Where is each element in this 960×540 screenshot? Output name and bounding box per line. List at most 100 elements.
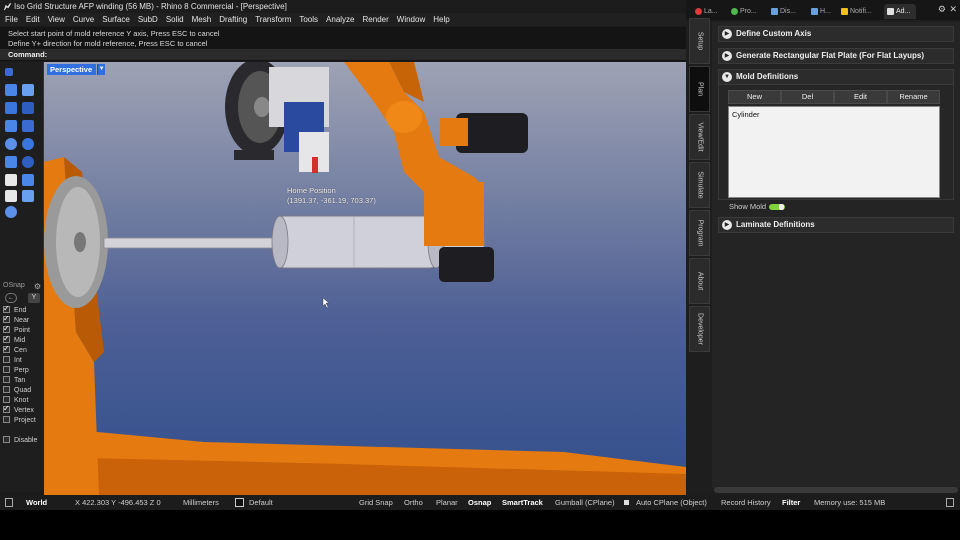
sphere-tool-icon[interactable] xyxy=(22,138,34,150)
checkbox[interactable] xyxy=(3,395,10,403)
toggle-switch[interactable] xyxy=(769,204,786,211)
extrude-tool-icon[interactable] xyxy=(5,120,17,132)
panel-tab-properties[interactable]: Pro... xyxy=(728,4,762,19)
menu-transform[interactable]: Transform xyxy=(251,13,295,26)
checkbox[interactable] xyxy=(3,344,10,354)
delete-mold-button[interactable]: Del xyxy=(781,90,834,104)
layout-tool-icon[interactable] xyxy=(22,190,34,202)
curve-tool-icon[interactable] xyxy=(5,84,17,96)
osnap-item-project[interactable]: Project xyxy=(0,415,44,426)
checkbox[interactable] xyxy=(3,435,10,443)
gear-icon[interactable]: ⚙ xyxy=(938,4,946,15)
menu-solid[interactable]: Solid xyxy=(162,13,188,26)
osnap-item-tan[interactable]: Tan xyxy=(0,375,44,386)
menu-edit[interactable]: Edit xyxy=(22,13,44,26)
section-flat-plate[interactable]: ▶ Generate Rectangular Flat Plate (For F… xyxy=(718,48,954,64)
expand-icon[interactable]: ▶ xyxy=(722,29,732,39)
side-tab-developer[interactable]: Developer xyxy=(689,306,710,352)
polyline-tool-icon[interactable] xyxy=(22,84,34,96)
menu-drafting[interactable]: Drafting xyxy=(215,13,251,26)
section-laminate-definitions[interactable]: ▶ Laminate Definitions xyxy=(718,217,954,233)
panel-toggle-icon[interactable] xyxy=(5,498,13,507)
section-mold-definitions[interactable]: ▼ Mold Definitions xyxy=(718,69,954,85)
osnap-item-perp[interactable]: Perp xyxy=(0,365,44,376)
menu-curve[interactable]: Curve xyxy=(69,13,98,26)
ortho-toggle[interactable]: Ortho xyxy=(404,495,423,510)
cube-tool-icon[interactable] xyxy=(22,102,34,114)
record-history-toggle[interactable]: Record History xyxy=(721,495,771,510)
checkbox[interactable] xyxy=(3,334,10,344)
side-tab-about[interactable]: About xyxy=(689,258,710,304)
side-tab-program[interactable]: Program xyxy=(689,210,710,256)
perspective-viewport[interactable]: Perspective ▼ Home Position (1391.37, -3… xyxy=(44,62,686,495)
close-icon[interactable]: ✕ xyxy=(949,4,957,15)
panel-tab-layers[interactable]: La... xyxy=(692,4,724,19)
expand-icon[interactable]: ▶ xyxy=(722,51,732,61)
side-tab-plan[interactable]: Plan xyxy=(689,66,710,112)
menu-mesh[interactable]: Mesh xyxy=(188,13,216,26)
expand-icon[interactable]: ▶ xyxy=(722,220,732,230)
osnap-item-int[interactable]: Int xyxy=(0,355,44,366)
side-tab-simulate[interactable]: Simulate xyxy=(689,162,710,208)
side-tab-setup[interactable]: Setup xyxy=(689,18,710,64)
checkbox[interactable] xyxy=(3,404,10,414)
render-tool-icon[interactable] xyxy=(5,206,17,218)
filter-icon[interactable]: Y xyxy=(28,293,40,303)
checkbox[interactable] xyxy=(3,324,10,334)
osnap-item-disable[interactable]: Disable xyxy=(0,435,44,446)
checkbox[interactable] xyxy=(3,365,10,373)
side-tab-view-edit[interactable]: View/Edit xyxy=(689,114,710,160)
osnap-item-cen[interactable]: Cen xyxy=(0,344,44,356)
offset-tool-icon[interactable] xyxy=(22,120,34,132)
grid-snap-toggle[interactable]: Grid Snap xyxy=(359,495,393,510)
rename-mold-button[interactable]: Rename xyxy=(887,90,940,104)
layer-color-icon[interactable] xyxy=(235,498,244,507)
panel-tab-addin[interactable]: Ad... xyxy=(884,4,916,19)
command-prompt[interactable]: Command: xyxy=(0,49,686,60)
select-tool-icon[interactable] xyxy=(5,68,13,76)
checkbox[interactable] xyxy=(3,375,10,383)
menu-analyze[interactable]: Analyze xyxy=(322,13,358,26)
menu-render[interactable]: Render xyxy=(359,13,393,26)
section-define-custom-axis[interactable]: ▶ Define Custom Axis xyxy=(718,26,954,42)
panel-toggle-icon[interactable] xyxy=(946,498,954,507)
panel-tab-help[interactable]: H... xyxy=(808,4,836,19)
mold-list[interactable]: Cylinder xyxy=(728,106,940,198)
menu-window[interactable]: Window xyxy=(393,13,429,26)
cylinder-tool-icon[interactable] xyxy=(5,156,17,168)
checkbox[interactable] xyxy=(3,304,10,314)
transform-tool-icon[interactable] xyxy=(5,174,17,186)
boolean-tool-icon[interactable] xyxy=(22,174,34,186)
menu-surface[interactable]: Surface xyxy=(98,13,134,26)
filter-toggle[interactable]: Filter xyxy=(782,495,800,510)
auto-cplane-toggle[interactable]: Auto CPlane (Object) xyxy=(636,495,707,510)
units[interactable]: Millimeters xyxy=(183,495,219,510)
panel-scrollbar[interactable] xyxy=(714,487,958,493)
planar-toggle[interactable]: Planar xyxy=(436,495,458,510)
menu-view[interactable]: View xyxy=(44,13,69,26)
list-item[interactable]: Cylinder xyxy=(729,107,939,119)
checkbox[interactable] xyxy=(3,415,10,423)
collapse-icon[interactable]: ▼ xyxy=(722,72,732,82)
torus-tool-icon[interactable] xyxy=(22,156,34,168)
dimension-tool-icon[interactable] xyxy=(5,190,17,202)
osnap-item-vertex[interactable]: Vertex xyxy=(0,404,44,416)
current-layer[interactable]: Default xyxy=(249,495,273,510)
menu-subd[interactable]: SubD xyxy=(134,13,162,26)
chevron-down-icon[interactable]: ▼ xyxy=(97,64,106,75)
box-tool-icon[interactable] xyxy=(5,102,17,114)
fillet-tool-icon[interactable] xyxy=(5,138,17,150)
menu-tools[interactable]: Tools xyxy=(295,13,322,26)
menu-file[interactable]: File xyxy=(0,13,22,26)
osnap-toggle[interactable]: Osnap xyxy=(468,495,491,510)
gumball-toggle[interactable]: Gumball (CPlane) xyxy=(555,495,615,510)
checkbox[interactable] xyxy=(3,355,10,363)
viewport-tab-perspective[interactable]: Perspective ▼ xyxy=(47,64,106,75)
arrow-left-icon[interactable]: ← xyxy=(5,293,17,303)
osnap-item-quad[interactable]: Quad xyxy=(0,385,44,396)
menu-help[interactable]: Help xyxy=(429,13,453,26)
checkbox[interactable] xyxy=(3,314,10,324)
new-mold-button[interactable]: New xyxy=(728,90,781,104)
edit-mold-button[interactable]: Edit xyxy=(834,90,887,104)
checkbox[interactable] xyxy=(3,385,10,393)
